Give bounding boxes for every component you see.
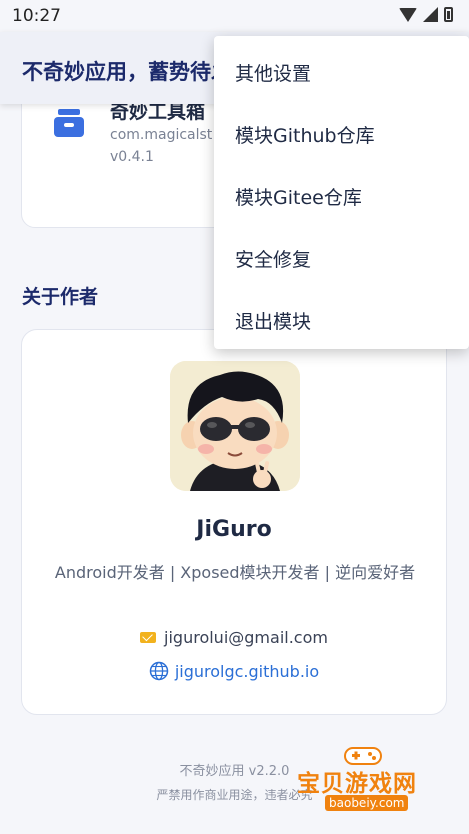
globe-icon xyxy=(149,661,169,681)
page-title: 不奇妙应用，蓄势待发 xyxy=(22,60,232,84)
watermark: 宝贝游戏网 baobeiy.com xyxy=(285,742,465,830)
avatar xyxy=(170,361,300,491)
overflow-menu: 其他设置 模块Github仓库 模块Gitee仓库 安全修复 退出模块 xyxy=(214,36,469,349)
author-name: JiGuro xyxy=(196,517,272,542)
menu-item-security-fix[interactable]: 安全修复 xyxy=(214,227,469,289)
menu-item-github-repo[interactable]: 模块Github仓库 xyxy=(214,103,469,165)
signal-icon xyxy=(423,7,438,22)
mail-icon xyxy=(140,632,157,643)
status-icons xyxy=(399,7,453,22)
battery-icon xyxy=(444,7,453,22)
module-package: com.magicalst xyxy=(110,127,213,143)
menu-item-exit-module[interactable]: 退出模块 xyxy=(214,289,469,351)
website-row[interactable]: jigurolgc.github.io xyxy=(22,661,446,681)
status-bar: 10:27 xyxy=(0,0,469,32)
status-time: 10:27 xyxy=(12,6,61,26)
watermark-text: 宝贝游戏网 xyxy=(297,771,417,797)
email-row[interactable]: jigurolui@gmail.com xyxy=(22,628,446,647)
menu-item-gitee-repo[interactable]: 模块Gitee仓库 xyxy=(214,165,469,227)
menu-item-other-settings[interactable]: 其他设置 xyxy=(214,41,469,103)
wifi-icon xyxy=(399,7,417,22)
author-card: JiGuro Android开发者 | Xposed模块开发者 | 逆向爱好者 … xyxy=(21,329,447,715)
section-title-about: 关于作者 xyxy=(22,286,99,308)
avatar-illustration xyxy=(170,361,300,491)
toolbox-icon xyxy=(54,109,84,137)
watermark-url: baobeiy.com xyxy=(325,795,409,811)
author-bio: Android开发者 | Xposed模块开发者 | 逆向爱好者 xyxy=(54,563,416,582)
author-email[interactable]: jigurolui@gmail.com xyxy=(164,628,328,647)
author-website-link[interactable]: jigurolgc.github.io xyxy=(175,662,319,681)
module-version: v0.4.1 xyxy=(110,149,154,165)
